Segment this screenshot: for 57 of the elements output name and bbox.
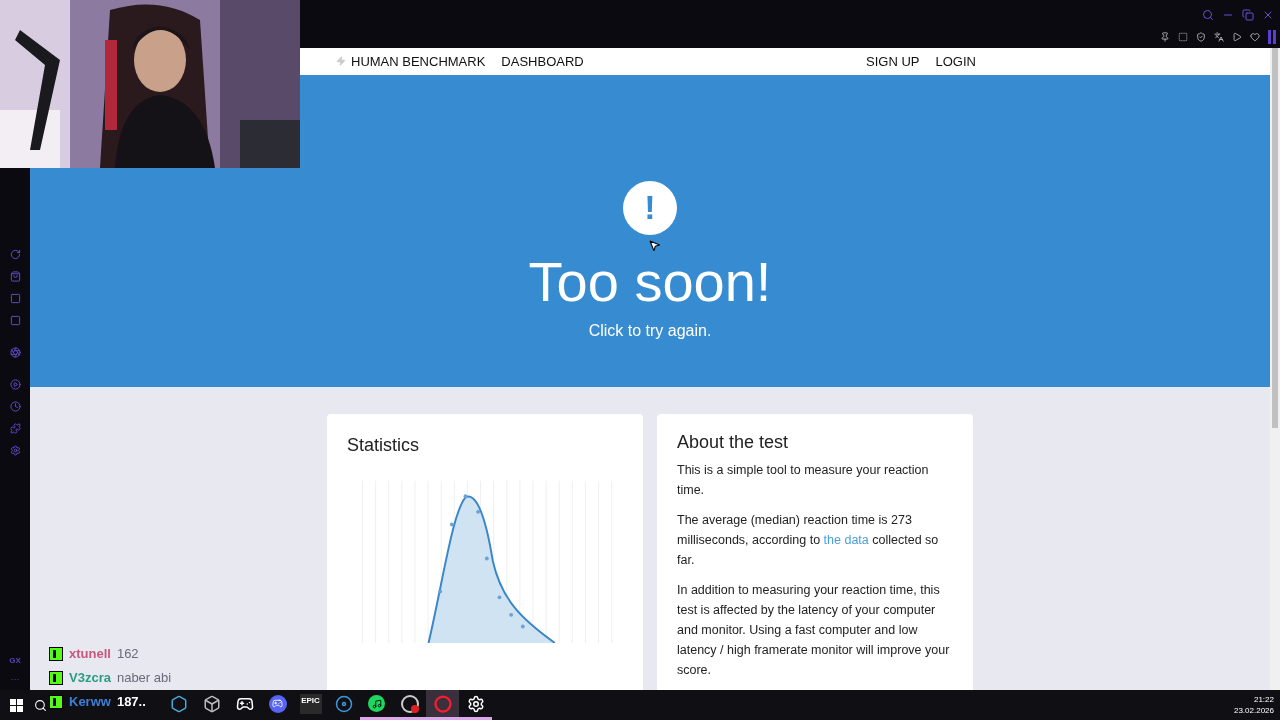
kick-badge-icon — [49, 695, 63, 709]
steam-icon — [334, 694, 353, 713]
taskbar-app-button[interactable]: EPIC — [294, 690, 327, 720]
translate-icon[interactable] — [1214, 32, 1224, 42]
chat-username: V3zcra — [69, 669, 111, 688]
sidebar-toggle-icon[interactable] — [1268, 30, 1276, 44]
result-title: Too soon! — [528, 248, 772, 315]
paragraph: This is a simple tool to measure your reaction time. — [677, 462, 930, 499]
close-icon[interactable] — [1262, 9, 1274, 21]
bag-icon[interactable] — [9, 271, 21, 282]
snapshot-icon[interactable] — [1178, 32, 1188, 42]
cursor-icon — [648, 238, 661, 253]
epic-games-icon: EPIC — [299, 693, 322, 714]
card-title: Statistics — [347, 434, 421, 457]
paragraph: In addition to measuring your reaction time, this test is affected by the latency of your computer and monitor. Using a fast computer and low latency / high framerate monitor will improve your score. — [677, 582, 951, 679]
kick-badge-icon — [49, 671, 63, 685]
play-icon[interactable] — [9, 379, 21, 390]
aperture-icon[interactable] — [9, 347, 21, 358]
taskbar-app-button[interactable] — [426, 690, 459, 720]
alert-badge: ! — [623, 180, 677, 235]
chat-username: xtunell — [69, 645, 111, 664]
search-icon — [33, 698, 47, 712]
scrollbar-thumb[interactable] — [1272, 48, 1278, 428]
chat-message: naber abi — [116, 669, 172, 688]
recording-icon — [400, 694, 419, 713]
opera-icon — [433, 694, 452, 713]
hero-panel[interactable]: ! Too soon! Click to try again. — [30, 74, 1270, 387]
heart-icon[interactable] — [1250, 32, 1260, 42]
paragraph: The average (median) reaction time is 273 milliseconds, according to the data collected so far. — [677, 512, 940, 569]
hexagon-icon — [169, 694, 188, 713]
nav-link[interactable]: LOGIN — [935, 51, 976, 72]
brand-link[interactable]: HUMAN BENCHMARK — [351, 51, 486, 72]
clock-icon[interactable] — [9, 401, 21, 412]
card-title: About the test — [677, 432, 790, 452]
clock-time: 21:22 — [1253, 694, 1274, 705]
chat-message: 162 — [116, 645, 139, 664]
play-icon[interactable] — [1232, 32, 1242, 42]
settings-icon — [466, 694, 485, 713]
search-icon[interactable] — [1202, 9, 1214, 21]
square-icon[interactable] — [9, 293, 21, 304]
clock-date: 23.02.2026 — [1233, 705, 1274, 716]
refresh-icon[interactable] — [9, 249, 21, 260]
discord-icon — [268, 694, 287, 713]
pin-icon[interactable] — [1160, 32, 1170, 42]
bolt-icon — [336, 56, 346, 67]
kick-badge-icon — [49, 647, 63, 661]
nav-link[interactable]: DASHBOARD — [501, 51, 584, 72]
spotify-icon — [368, 695, 385, 712]
settings-icon[interactable] — [9, 445, 21, 456]
chat-username: Kerww — [69, 693, 111, 712]
chat-message: 187.. — [116, 693, 146, 712]
retry-hint: Click to try again. — [588, 320, 712, 341]
shield-icon[interactable] — [1196, 32, 1206, 42]
square-icon[interactable] — [9, 315, 21, 326]
cube-icon — [202, 694, 221, 713]
windows-icon — [9, 698, 23, 712]
nav-link[interactable]: SIGN UP — [866, 51, 920, 72]
